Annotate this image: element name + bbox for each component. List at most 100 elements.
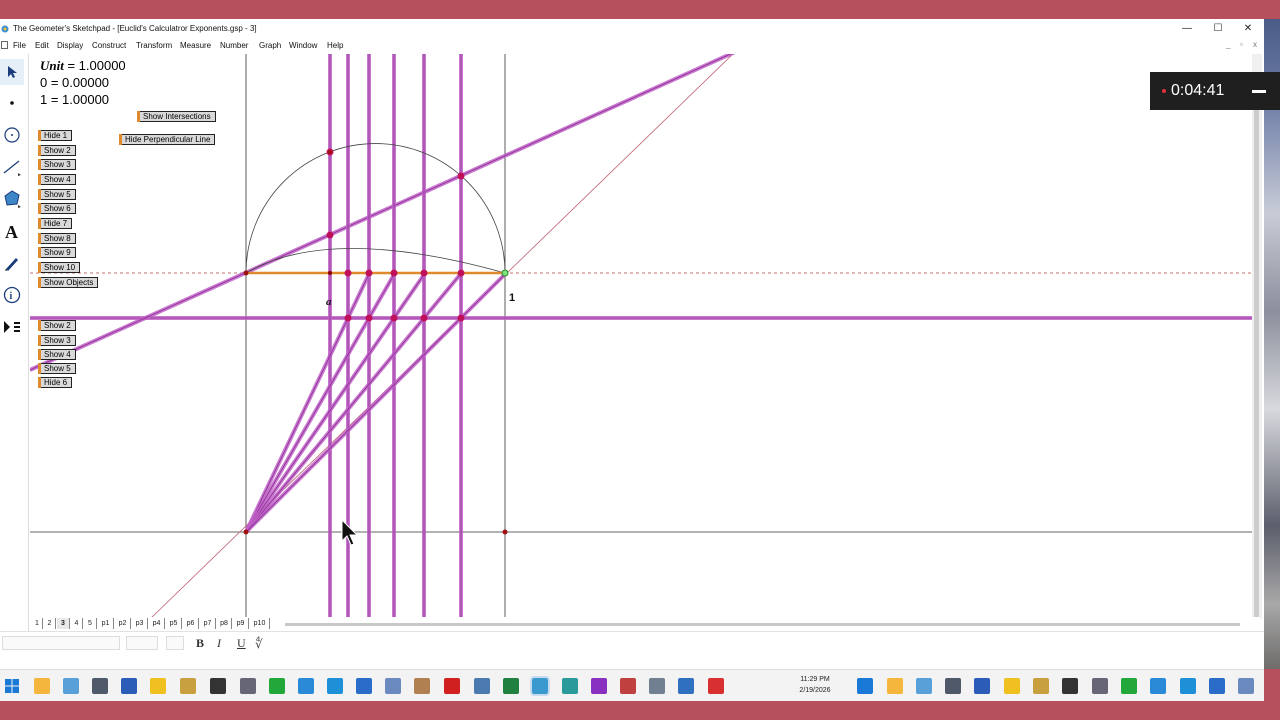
page-tab-p8[interactable]: p8 [217,618,232,629]
remote-desktop-icon[interactable] [385,678,401,694]
screen-snip-icon[interactable] [678,678,694,694]
intersection-point[interactable] [457,314,465,322]
vertical-scrollbar-thumb[interactable] [1254,74,1259,619]
page-tab-p6[interactable]: p6 [183,618,199,629]
calendar-icon[interactable] [298,678,314,694]
fan-magenta-line-core[interactable] [245,272,507,533]
video-editor-icon[interactable] [210,678,226,694]
straightedge-tool[interactable] [0,154,24,180]
compass-tool[interactable] [0,122,24,148]
polygon-tool[interactable] [0,186,24,212]
fan-magenta-line-core[interactable] [245,272,396,533]
recorder-app-icon[interactable] [620,678,636,694]
intersection-point[interactable] [457,269,465,277]
vertical-scrollbar[interactable] [1252,54,1262,619]
marker-tool[interactable] [0,250,24,276]
menu-help[interactable]: Help [327,41,343,50]
origin-point[interactable] [243,270,249,276]
video-editor-icon-2[interactable] [1062,678,1078,694]
bottom-unit-point[interactable] [502,529,508,535]
sketchpad-taskbar-icon[interactable] [530,676,550,696]
show-objects-button[interactable]: Show Objects [38,277,99,288]
intersection-point[interactable] [457,172,465,180]
intersection-point[interactable] [365,314,373,322]
information-tool[interactable]: i [0,282,24,308]
minimize-button[interactable]: — [1180,22,1194,36]
remote-desktop-icon-2[interactable] [1238,678,1254,694]
hide-6-lower-button[interactable]: Hide 6 [38,377,73,388]
maximize-button[interactable]: ☐ [1211,22,1225,36]
show-2-lower-button[interactable]: Show 2 [38,320,76,331]
refresh-sync-icon-2[interactable] [1121,678,1137,694]
page-tab-p10[interactable]: p10 [250,618,270,629]
onenote-icon[interactable] [591,678,607,694]
vscode-icon[interactable] [562,678,578,694]
spreadsheet-icon-2[interactable] [1180,678,1196,694]
sticky-notes-icon-2[interactable] [1004,678,1020,694]
paint-icon[interactable] [180,678,196,694]
menu-graph[interactable]: Graph [259,41,281,50]
bottom-origin-point[interactable] [243,529,249,535]
page-tab-p9[interactable]: p9 [233,618,249,629]
text-tool[interactable]: A [0,218,24,244]
unit-point[interactable] [501,269,509,277]
show-2-button[interactable]: Show 2 [38,145,76,156]
document-close-icon[interactable]: x [1253,40,1257,49]
bold-button[interactable]: B [196,636,204,651]
recorder-minimize-button[interactable] [1252,90,1266,93]
intersection-point[interactable] [344,314,352,322]
camera-icon[interactable] [649,678,665,694]
close-button[interactable]: ✕ [1241,22,1255,36]
custom-tool[interactable] [0,314,24,340]
hide-perpendicular-line-button[interactable]: Hide Perpendicular Line [119,134,216,145]
intersection-point[interactable] [365,269,373,277]
menu-display[interactable]: Display [57,41,83,50]
show-5-lower-button[interactable]: Show 5 [38,363,76,374]
zero-measurement[interactable]: 0 = 0.00000 [40,75,109,90]
unit-measurement[interactable]: Unit = 1.00000 [40,58,126,74]
word-icon[interactable] [121,678,137,694]
page-tab-1[interactable]: 1 [32,618,43,629]
mathtype-icon[interactable] [240,678,256,694]
fan-magenta-line-core[interactable] [245,272,426,533]
document-restore-icon[interactable]: ▫ [1240,40,1243,49]
horizontal-scrollbar[interactable] [285,623,1240,626]
word-icon-2[interactable] [974,678,990,694]
intersection-point[interactable] [344,269,352,277]
file-explorer-icon[interactable] [34,678,50,694]
paint-icon-2[interactable] [1033,678,1049,694]
hide-1-button[interactable]: Hide 1 [38,130,73,141]
italic-button[interactable]: I [217,636,221,651]
menu-number[interactable]: Number [220,41,248,50]
inner-arc[interactable] [245,248,506,274]
hide-7-button[interactable]: Hide 7 [38,218,73,229]
menu-file[interactable]: File [13,41,26,50]
page-tab-p2[interactable]: p2 [115,618,131,629]
document-viewer-icon[interactable] [474,678,490,694]
math-format-icon[interactable]: ∜ [254,636,270,650]
store-icon-2[interactable] [1209,678,1225,694]
menu-edit[interactable]: Edit [35,41,49,50]
sticky-notes-icon[interactable] [150,678,166,694]
show-3-button[interactable]: Show 3 [38,159,76,170]
show-5-button[interactable]: Show 5 [38,189,76,200]
calculator-icon[interactable] [92,678,108,694]
page-tab-2[interactable]: 2 [44,618,56,629]
font-family-select[interactable] [2,636,120,650]
calculator-icon-2[interactable] [945,678,961,694]
point-tool[interactable] [0,90,24,116]
menu-window[interactable]: Window [289,41,317,50]
acrobat-icon[interactable] [444,678,460,694]
archive-icon[interactable] [414,678,430,694]
intersection-point[interactable] [390,314,398,322]
store-icon[interactable] [356,678,372,694]
page-tab-5[interactable]: 5 [84,618,97,629]
show-9-button[interactable]: Show 9 [38,247,76,258]
page-tab-p4[interactable]: p4 [149,618,165,629]
calendar-icon-2[interactable] [1150,678,1166,694]
show-3-lower-button[interactable]: Show 3 [38,335,76,346]
fan-magenta-line-core[interactable] [245,272,462,533]
point-label-a[interactable]: a [326,296,332,308]
point-a[interactable] [328,271,332,275]
page-tab-p7[interactable]: p7 [200,618,216,629]
